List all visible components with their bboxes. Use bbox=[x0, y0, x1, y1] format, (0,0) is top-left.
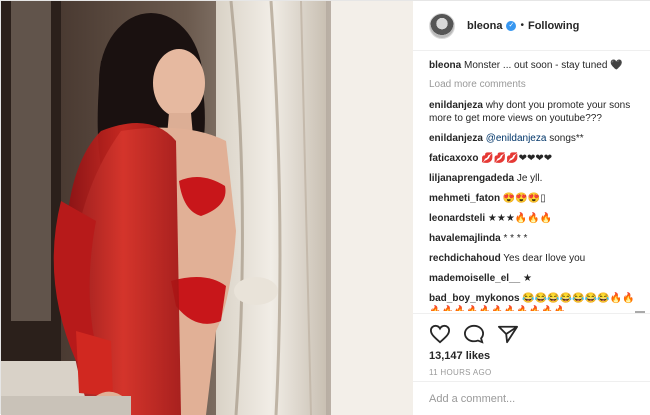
comment-username[interactable]: enildanjeza bbox=[429, 133, 483, 144]
comment-item: leonardsteli ★★★🔥🔥🔥 bbox=[429, 212, 641, 225]
comment-item: liljanaprengadeda Je yll. bbox=[429, 172, 641, 185]
likes-count[interactable]: 13,147 likes bbox=[429, 350, 635, 362]
comments-list[interactable]: bleona Monster ... out soon - stay tuned… bbox=[413, 59, 650, 311]
comment-username[interactable]: leonardsteli bbox=[429, 213, 485, 224]
caption: bleona Monster ... out soon - stay tuned… bbox=[429, 59, 641, 72]
action-bar: 13,147 likes 11 HOURS AGO bbox=[413, 313, 650, 377]
comment-item: rechdichahoud Yes dear Ilove you bbox=[429, 252, 641, 265]
comment-username[interactable]: havalemajlinda bbox=[429, 233, 501, 244]
comment-username[interactable]: rechdichahoud bbox=[429, 253, 501, 264]
comment-text: * * * * bbox=[503, 233, 528, 244]
comment-item: enildanjeza why dont you promote your so… bbox=[429, 99, 641, 125]
post-photo[interactable] bbox=[1, 1, 413, 415]
post-header: bleona ✓ • Following bbox=[413, 1, 650, 51]
action-icons bbox=[429, 322, 635, 346]
comment-item: mademoiselle_el__ ★ bbox=[429, 272, 641, 285]
comment-username[interactable]: mehmeti_faton bbox=[429, 193, 500, 204]
comment-item: mehmeti_faton 😍😍😍▯ bbox=[429, 192, 641, 205]
load-more-comments-link[interactable]: Load more comments bbox=[429, 79, 641, 90]
comment-text: ★★★🔥🔥🔥 bbox=[487, 213, 553, 224]
comment-text: ★ bbox=[522, 273, 532, 284]
post-sidebar: bleona ✓ • Following bleona Monster ... … bbox=[413, 1, 650, 415]
heart-icon[interactable] bbox=[429, 324, 451, 344]
comment-username[interactable]: liljanaprengadeda bbox=[429, 173, 514, 184]
comment-item: havalemajlinda * * * * bbox=[429, 232, 641, 245]
timestamp: 11 HOURS AGO bbox=[429, 368, 492, 377]
comment-username[interactable]: enildanjeza bbox=[429, 100, 483, 111]
following-button[interactable]: Following bbox=[528, 20, 579, 32]
comment-username[interactable]: bad_boy_mykonos bbox=[429, 293, 520, 304]
avatar[interactable] bbox=[429, 12, 455, 39]
username-link[interactable]: bleona bbox=[467, 20, 502, 32]
comment-text: songs** bbox=[546, 133, 584, 144]
separator-dot: • bbox=[520, 20, 524, 31]
comment-text: Je yll. bbox=[516, 173, 543, 184]
comment-icon[interactable] bbox=[463, 324, 485, 344]
comment-item: bad_boy_mykonos 😂😂😂😂😂😂😂🔥🔥🔥🔥🔥🔥🔥🔥🔥🔥🔥🔥🔥 bbox=[429, 292, 641, 311]
comment-text: Yes dear Ilove you bbox=[503, 253, 586, 264]
share-icon[interactable] bbox=[497, 324, 519, 344]
verified-badge-icon: ✓ bbox=[506, 20, 517, 31]
caption-text: Monster ... out soon - stay tuned 🖤 bbox=[464, 60, 623, 71]
comment-username[interactable]: mademoiselle_el__ bbox=[429, 273, 520, 284]
comment-item: enildanjeza @enildanjeza songs** bbox=[429, 132, 641, 145]
comment-text: 😍😍😍▯ bbox=[502, 193, 546, 204]
instagram-post: bleona ✓ • Following bleona Monster ... … bbox=[0, 0, 650, 415]
comment-mention-link[interactable]: @enildanjeza bbox=[486, 133, 547, 144]
caption-username[interactable]: bleona bbox=[429, 60, 461, 71]
photo-illustration bbox=[1, 1, 413, 415]
comment-text: 💋💋💋❤❤❤❤ bbox=[481, 153, 553, 164]
comment-item: faticaxoxo 💋💋💋❤❤❤❤ bbox=[429, 152, 641, 165]
comment-username[interactable]: faticaxoxo bbox=[429, 153, 478, 164]
add-comment-input[interactable]: Add a comment... bbox=[413, 381, 650, 415]
